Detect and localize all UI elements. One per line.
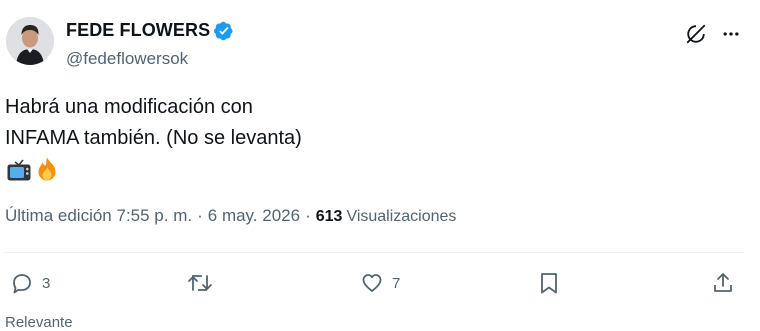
author-handle[interactable]: @fedeflowersok bbox=[66, 49, 188, 69]
retweet-icon bbox=[188, 275, 212, 291]
share-button[interactable] bbox=[711, 271, 735, 295]
tweet-line: INFAMA también. (No se levanta) bbox=[5, 127, 302, 149]
reply-count: 3 bbox=[42, 274, 51, 292]
heart-icon bbox=[362, 274, 382, 292]
profile-photo bbox=[6, 17, 54, 65]
tweet-meta: Última edición 7:55 p. m. · 6 may. 2026 … bbox=[5, 206, 456, 226]
more-options-button[interactable] bbox=[718, 21, 744, 47]
tweet-line: Habrá una modificación con bbox=[5, 96, 253, 118]
author-name-row[interactable]: FEDE FLOWERS bbox=[66, 20, 234, 41]
emoji-row bbox=[6, 156, 60, 182]
views-count[interactable]: 613 bbox=[316, 208, 343, 226]
verified-badge-icon bbox=[214, 21, 234, 41]
sort-replies-label[interactable]: Relevante bbox=[5, 314, 73, 331]
bookmark-button[interactable] bbox=[537, 271, 561, 295]
separator: · bbox=[197, 206, 203, 225]
like-count: 7 bbox=[392, 274, 401, 292]
like-button[interactable]: 7 bbox=[360, 271, 400, 295]
tweet-date-link[interactable]: 6 may. 2026 bbox=[208, 206, 300, 226]
retweet-button[interactable] bbox=[186, 271, 214, 295]
reply-button[interactable]: 3 bbox=[10, 271, 50, 295]
television-emoji bbox=[7, 159, 31, 181]
grok-icon bbox=[686, 24, 706, 44]
fire-emoji bbox=[38, 157, 56, 181]
separator: · bbox=[305, 206, 311, 225]
share-icon bbox=[714, 273, 732, 292]
grok-button[interactable] bbox=[683, 21, 709, 47]
more-horizontal-icon bbox=[723, 32, 739, 36]
edited-time-link[interactable]: Última edición 7:55 p. m. bbox=[5, 206, 192, 226]
tweet-text: Habrá una modificación con INFAMA tambié… bbox=[5, 92, 302, 154]
bookmark-icon bbox=[541, 273, 557, 294]
divider bbox=[5, 252, 744, 253]
avatar[interactable] bbox=[6, 17, 54, 65]
action-bar: 3 7 bbox=[0, 267, 760, 299]
reply-icon bbox=[13, 274, 31, 294]
author-display-name[interactable]: FEDE FLOWERS bbox=[66, 20, 210, 41]
views-label[interactable]: Visualizaciones bbox=[346, 208, 456, 226]
